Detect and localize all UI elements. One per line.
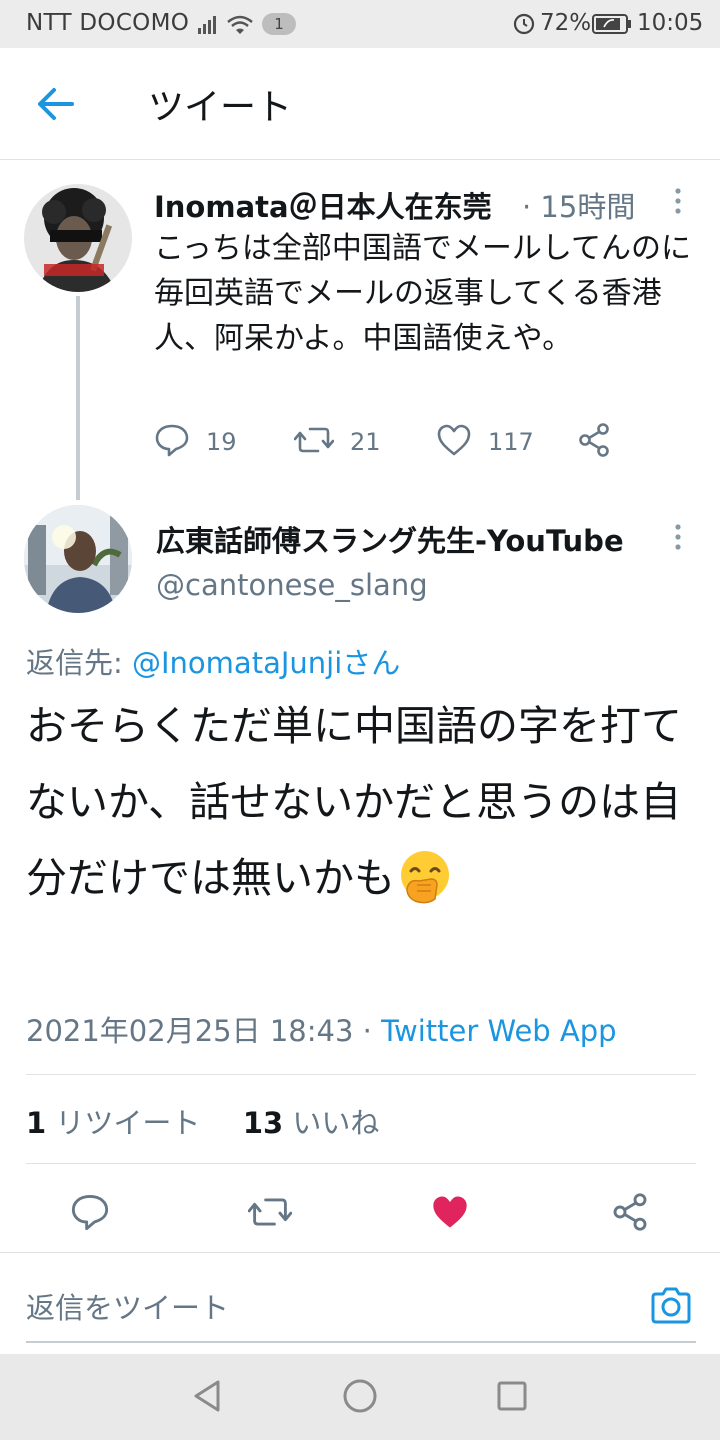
tweet-datetime: 2021年02月25日 18:43 · [26, 1014, 382, 1048]
back-arrow-icon[interactable] [34, 86, 78, 122]
retweet-stat[interactable]: 1 リツイート [26, 1106, 200, 1140]
thread-connector-line [76, 296, 80, 500]
heart-outline-icon [436, 422, 472, 462]
retweet-icon [247, 1192, 293, 1236]
nav-recents-icon[interactable] [490, 1374, 534, 1418]
reply-button[interactable]: 19 [154, 420, 237, 464]
divider [26, 1074, 696, 1075]
heart-filled-icon [430, 1192, 470, 1236]
tweet-meta: 2021年02月25日 18:43 · Twitter Web App [26, 1008, 617, 1050]
notification-badge: 1 [262, 13, 296, 35]
camera-icon[interactable] [648, 1283, 694, 1329]
share-button[interactable] [602, 1186, 658, 1242]
tweet-detail-actions [0, 1186, 720, 1242]
reply-icon [154, 422, 190, 462]
composer-underline [26, 1341, 696, 1343]
alarm-icon [512, 11, 536, 41]
battery-icon [592, 13, 632, 41]
like-button[interactable] [422, 1186, 478, 1242]
android-nav-bar [0, 1354, 720, 1440]
retweet-count: 21 [350, 428, 381, 456]
avatar[interactable] [24, 505, 132, 613]
avatar[interactable] [24, 184, 132, 292]
author-name[interactable]: 広東話師傅スラング先生-YouTube [156, 518, 646, 560]
share-icon [610, 1192, 650, 1236]
reply-composer[interactable]: 返信をツイート [0, 1252, 720, 1352]
like-count: 117 [488, 428, 534, 456]
retweet-stat-label: リツイート [46, 1106, 201, 1140]
carrier-name: NTT DOCOMO [26, 10, 190, 36]
status-bar: NTT DOCOMO 1 72% 10:05 [0, 0, 720, 48]
source-app-link[interactable]: Twitter Web App [381, 1014, 617, 1048]
signal-wifi-icon [198, 12, 254, 42]
reply-to-prefix: 返信先: [26, 646, 132, 680]
battery-percent: 72% [540, 10, 592, 36]
page-title: ツイート [148, 87, 293, 128]
like-button[interactable]: 117 [436, 420, 534, 464]
like-stat[interactable]: 13 いいね [243, 1106, 380, 1140]
divider [26, 1163, 696, 1164]
share-icon [576, 422, 612, 462]
like-stat-label: いいね [283, 1106, 380, 1140]
reply-button[interactable] [62, 1186, 118, 1242]
reply-icon [70, 1192, 110, 1236]
tweet-timestamp: · 15時間 [522, 190, 636, 224]
tweet-actions: 19 21 117 [154, 420, 654, 464]
clock: 10:05 [637, 10, 704, 36]
more-options-icon[interactable] [666, 522, 690, 552]
retweet-button[interactable]: 21 [293, 420, 381, 464]
face-with-hand-over-mouth-icon [397, 849, 453, 905]
share-button[interactable] [576, 420, 612, 464]
reply-mention-link[interactable]: @InomataJunjiさん [132, 646, 400, 680]
more-options-icon[interactable] [666, 186, 690, 216]
app-header: ツイート [0, 48, 720, 160]
retweet-stat-count: 1 [26, 1106, 47, 1140]
reply-to-line: 返信先: @InomataJunjiさん [26, 640, 400, 682]
author-name[interactable]: Inomata＠日本人在东莞 [154, 184, 492, 226]
retweet-button[interactable] [242, 1186, 298, 1242]
retweet-icon [293, 422, 335, 462]
tweet-text-body: おそらくただ単に中国語の字を打てないか、話せないかだと思うのは自分だけでは無いか… [26, 702, 682, 902]
tweet-text: こっちは全部中国語でメールしてんのに毎回英語でメールの返事してくる香港人、阿呆か… [154, 231, 691, 356]
like-stat-count: 13 [242, 1106, 284, 1140]
author-handle[interactable]: @cantonese_slang [156, 568, 428, 602]
tweet-text: おそらくただ単に中国語の字を打てないか、話せないかだと思うのは自分だけでは無いか… [26, 688, 702, 916]
nav-back-icon[interactable] [186, 1374, 230, 1418]
reply-input-placeholder[interactable]: 返信をツイート [26, 1285, 229, 1327]
engagement-stats: 1 リツイート 13 いいね [26, 1100, 379, 1142]
reply-count: 19 [206, 428, 237, 456]
nav-home-icon[interactable] [338, 1374, 382, 1418]
